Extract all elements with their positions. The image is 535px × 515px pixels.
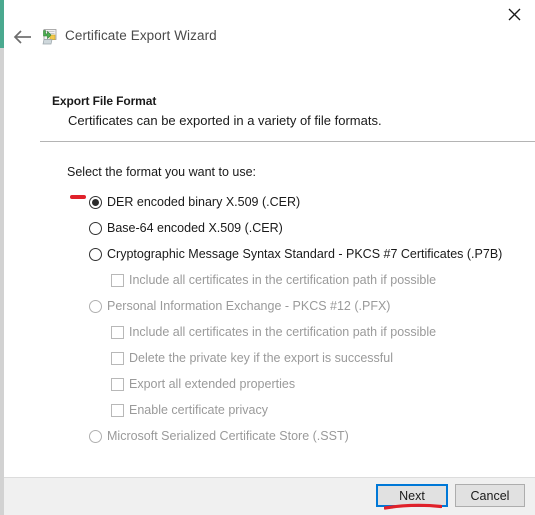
checkbox-icon (111, 273, 124, 287)
cancel-button[interactable]: Cancel (455, 484, 525, 507)
option-label: DER encoded binary X.509 (.CER) (107, 195, 301, 209)
radio-button-icon[interactable] (89, 247, 102, 261)
page-title: Export File Format (52, 94, 157, 108)
window-title: Certificate Export Wizard (65, 28, 217, 43)
option-label: Cryptographic Message Syntax Standard - … (107, 247, 503, 261)
option-label: Base-64 encoded X.509 (.CER) (107, 221, 283, 235)
cancel-button-label: Cancel (470, 488, 510, 503)
option-label: Include all certificates in the certific… (129, 325, 437, 339)
checkbox-icon (111, 403, 124, 417)
radio-button-icon (89, 299, 102, 313)
format-radio-row: Personal Information Exchange - PKCS #12… (0, 293, 535, 319)
format-radio-row[interactable]: DER encoded binary X.509 (.CER) (0, 189, 535, 215)
radio-button-icon[interactable] (89, 195, 102, 209)
format-checkbox-row: Enable certificate privacy (0, 397, 535, 423)
option-label: Personal Information Exchange - PKCS #12… (107, 299, 391, 313)
certificate-export-icon (40, 27, 60, 47)
radio-button-icon[interactable] (89, 221, 102, 235)
header-divider (40, 141, 535, 142)
option-label: Export all extended properties (129, 377, 296, 391)
format-checkbox-row: Include all certificates in the certific… (0, 267, 535, 293)
option-label: Include all certificates in the certific… (129, 273, 437, 287)
option-label: Microsoft Serialized Certificate Store (… (107, 429, 349, 443)
close-icon[interactable] (499, 2, 529, 26)
format-checkbox-row: Export all extended properties (0, 371, 535, 397)
title-bar: Certificate Export Wizard (0, 0, 535, 60)
back-arrow-icon[interactable] (11, 26, 35, 48)
option-label: Enable certificate privacy (129, 403, 268, 417)
checkbox-icon (111, 351, 124, 365)
format-checkbox-row: Include all certificates in the certific… (0, 319, 535, 345)
format-options-list: DER encoded binary X.509 (.CER) Base-64 e… (0, 189, 535, 449)
page-subtitle: Certificates can be exported in a variet… (68, 113, 382, 128)
page-header: Export File Format Certificates can be e… (52, 94, 512, 128)
annotation-dash-marker (70, 195, 86, 199)
checkbox-icon (111, 325, 124, 339)
format-prompt-label: Select the format you want to use: (67, 165, 256, 179)
format-radio-row[interactable]: Base-64 encoded X.509 (.CER) (0, 215, 535, 241)
format-checkbox-row: Delete the private key if the export is … (0, 345, 535, 371)
annotation-underline-marker (384, 503, 442, 510)
next-button-label: Next (399, 488, 425, 503)
format-radio-row[interactable]: Cryptographic Message Syntax Standard - … (0, 241, 535, 267)
option-label: Delete the private key if the export is … (129, 351, 394, 365)
checkbox-icon (111, 377, 124, 391)
format-radio-row: Microsoft Serialized Certificate Store (… (0, 423, 535, 449)
certificate-export-wizard-window: Certificate Export Wizard Export File Fo… (0, 0, 535, 515)
radio-button-icon (89, 429, 102, 443)
